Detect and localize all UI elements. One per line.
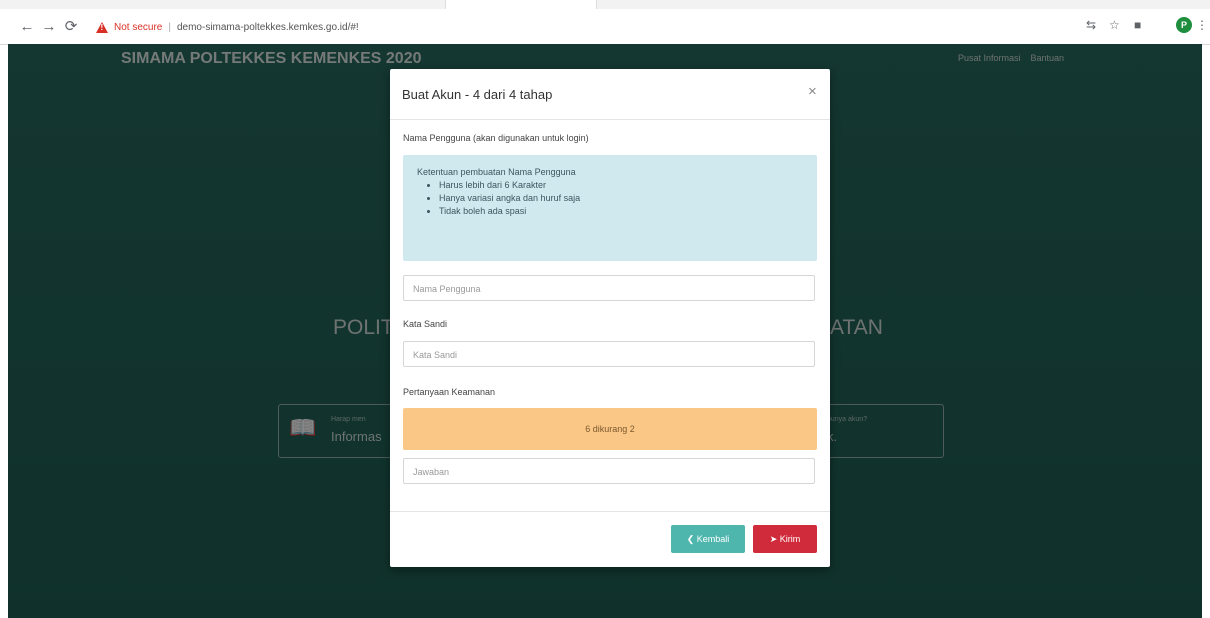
back-arrow-icon[interactable]: ←	[18, 18, 36, 36]
rules-list: Harus lebih dari 6 Karakter Hanya varias…	[425, 179, 580, 218]
back-button[interactable]: ❮ Kembali	[671, 525, 745, 553]
rule-item: Harus lebih dari 6 Karakter	[439, 179, 580, 192]
modal-header: Buat Akun - 4 dari 4 tahap ×	[390, 69, 830, 120]
profile-avatar[interactable]: P	[1176, 17, 1192, 33]
url-text[interactable]: demo-simama-poltekkes.kemkes.go.id/#!	[177, 22, 359, 33]
translate-icon[interactable]: ⇆	[1086, 18, 1096, 32]
warning-icon	[96, 21, 108, 33]
password-label: Kata Sandi	[403, 319, 448, 329]
security-question: 6 dikurang 2	[403, 408, 817, 450]
username-rules-alert: Ketentuan pembuatan Nama Pengguna Harus …	[403, 155, 817, 261]
rules-title: Ketentuan pembuatan Nama Pengguna	[417, 167, 576, 177]
tab-strip	[0, 0, 1210, 9]
answer-input[interactable]: Jawaban	[403, 458, 815, 484]
reload-icon[interactable]: ⟳	[62, 18, 80, 36]
create-account-modal: Buat Akun - 4 dari 4 tahap × Nama Penggu…	[390, 69, 830, 567]
forward-arrow-icon[interactable]: →	[40, 18, 58, 36]
username-label: Nama Pengguna (akan digunakan untuk logi…	[403, 133, 589, 143]
close-icon[interactable]: ×	[808, 83, 817, 100]
modal-footer-divider	[390, 511, 830, 512]
browser-chrome: ← → ⟳ Not secure | demo-simama-poltekkes…	[0, 0, 1210, 45]
star-icon[interactable]: ☆	[1109, 18, 1120, 32]
rule-item: Tidak boleh ada spasi	[439, 205, 580, 218]
address-bar[interactable]: Not secure | demo-simama-poltekkes.kemke…	[96, 16, 1026, 38]
browser-tab[interactable]	[445, 0, 597, 9]
rule-item: Hanya variasi angka dan huruf saja	[439, 192, 580, 205]
not-secure-label: Not secure	[114, 21, 163, 33]
security-question-label: Pertanyaan Keamanan	[403, 387, 496, 397]
extension-icon[interactable]: ■	[1134, 18, 1141, 32]
password-input[interactable]: Kata Sandi	[403, 341, 815, 367]
send-button[interactable]: ➤ Kirim	[753, 525, 817, 553]
address-separator: |	[168, 21, 171, 33]
menu-dots-icon[interactable]: ⋮	[1196, 18, 1208, 32]
modal-title: Buat Akun - 4 dari 4 tahap	[402, 87, 553, 102]
username-input[interactable]: Nama Pengguna	[403, 275, 815, 301]
